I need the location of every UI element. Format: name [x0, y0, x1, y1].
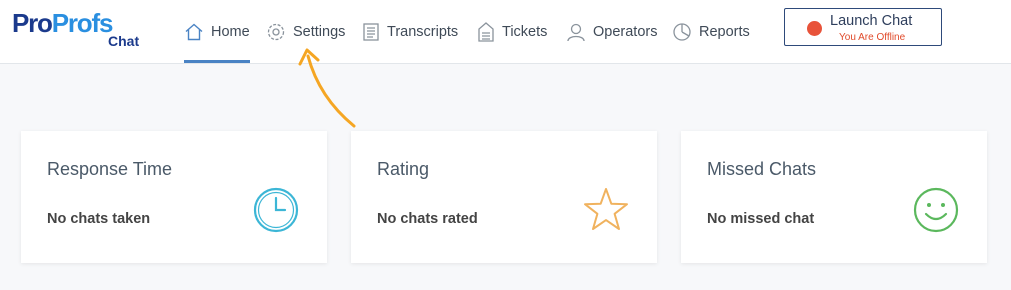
missed-chats-card[interactable]: Missed Chats No missed chat	[681, 131, 987, 263]
rating-title: Rating	[377, 159, 430, 179]
nav-reports[interactable]: Reports	[672, 0, 750, 63]
smiley-icon	[913, 187, 959, 233]
nav-home[interactable]: Home	[184, 0, 250, 63]
nav-home-label: Home	[211, 23, 250, 40]
nav-tickets[interactable]: Tickets	[477, 0, 547, 63]
missed-chats-title: Missed Chats	[707, 159, 817, 179]
missed-chats-value: No missed chat	[707, 211, 815, 227]
rating-value: No chats rated	[377, 211, 478, 227]
logo-chat-text: Chat	[108, 33, 140, 49]
nav-transcripts-label: Transcripts	[387, 23, 459, 40]
launch-chat-label: Launch Chat	[830, 13, 913, 29]
logo-profs-text: Profs	[51, 8, 114, 38]
response-time-card[interactable]: Response Time No chats taken	[21, 131, 327, 263]
response-time-title: Response Time	[47, 159, 173, 179]
offline-status-dot	[807, 21, 822, 36]
launch-chat-button[interactable]: Launch Chat You Are Offline	[784, 8, 942, 46]
nav-transcripts[interactable]: Transcripts	[362, 0, 458, 63]
ticket-icon	[478, 21, 494, 42]
user-icon	[567, 23, 585, 41]
pie-chart-icon	[673, 22, 691, 41]
home-icon	[185, 23, 203, 40]
nav-settings-label: Settings	[293, 23, 346, 40]
offline-status-text: You Are Offline	[839, 32, 906, 43]
clock-icon	[253, 187, 299, 233]
rating-card[interactable]: Rating No chats rated	[351, 131, 657, 263]
annotation-arrow-icon	[298, 48, 356, 128]
nav-reports-label: Reports	[699, 23, 750, 40]
nav-operators[interactable]: Operators	[566, 0, 657, 63]
logo-wordmark: ProProfs	[12, 8, 114, 38]
nav-tickets-label: Tickets	[502, 23, 548, 40]
response-time-value: No chats taken	[47, 211, 151, 227]
proprofs-chat-logo[interactable]: ProProfs Chat	[12, 8, 152, 52]
nav-operators-label: Operators	[593, 23, 658, 40]
gear-icon	[267, 23, 285, 40]
top-bar: ProProfs Chat Home Settings Transcripts …	[0, 0, 1011, 64]
document-icon	[363, 22, 379, 41]
star-icon	[584, 188, 628, 230]
logo-pro-text: Pro	[12, 8, 53, 38]
